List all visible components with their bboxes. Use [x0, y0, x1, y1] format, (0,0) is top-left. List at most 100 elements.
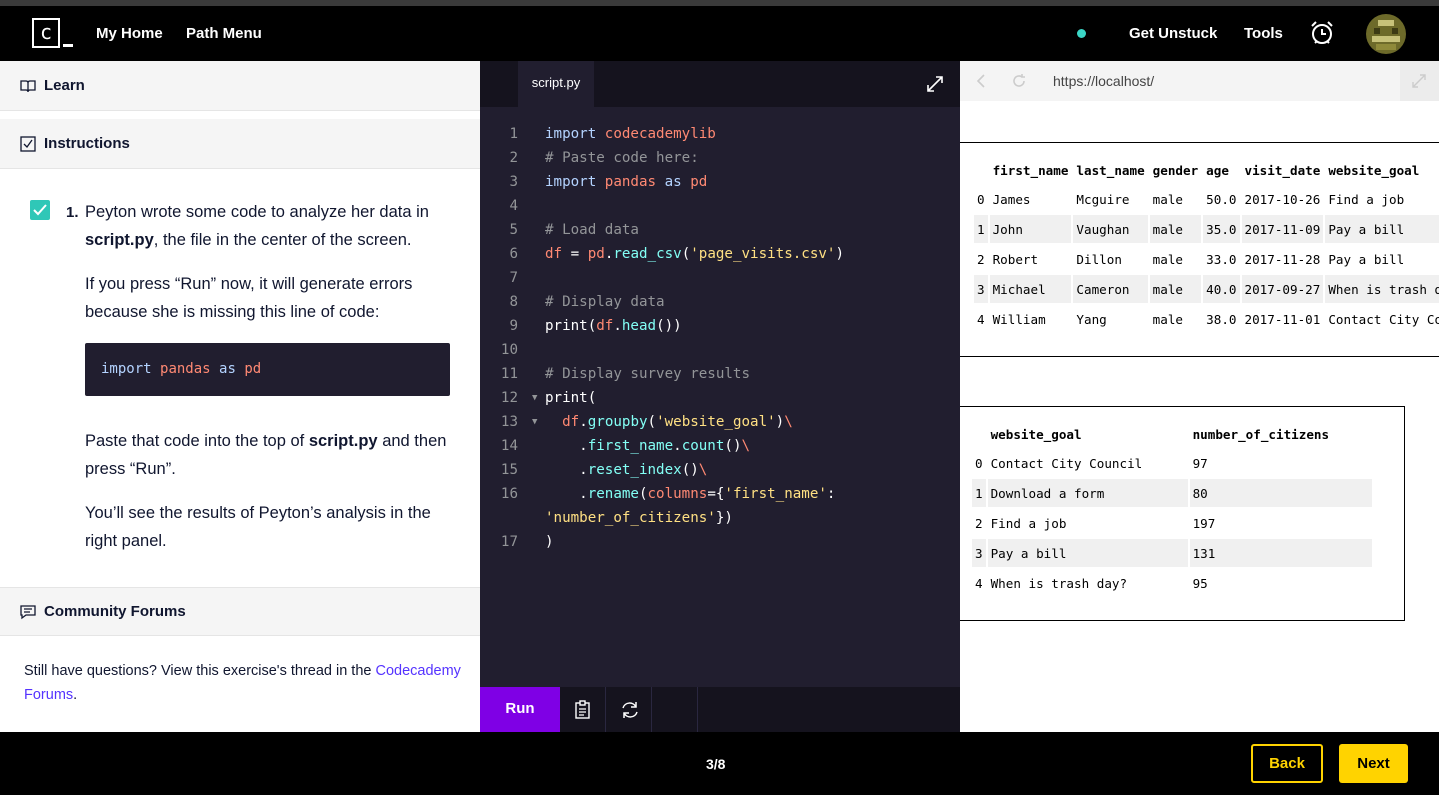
row-index: 2	[975, 515, 983, 531]
clipboard-icon[interactable]	[572, 699, 594, 721]
code-snippet[interactable]: import pandas as pd	[85, 343, 450, 396]
column-header: last_name	[1076, 163, 1145, 178]
line-number: 5	[509, 222, 518, 238]
website-goal-counts-table: website_goal number_of_citizens 0 Contact …	[970, 420, 1374, 599]
table-cell: Cameron	[1073, 275, 1148, 303]
browser-address-bar: https://localhost/	[960, 61, 1439, 101]
page-visits-table: first_name last_name gender age visit_date we…	[972, 156, 1439, 335]
next-button[interactable]: Next	[1339, 744, 1408, 783]
code-line: 5 # Load data	[480, 218, 960, 242]
tab-script-py[interactable]: script.py	[518, 61, 594, 107]
p1-text-end: , the file in the center of the screen.	[153, 231, 412, 249]
task-complete-checkbox[interactable]	[30, 200, 50, 220]
table-cell: When is trash day?	[1325, 275, 1439, 303]
codecademy-logo[interactable]: c	[32, 18, 73, 50]
p3-text: Paste that code into the top of	[85, 432, 309, 450]
instructions-section-header[interactable]: Instructions	[0, 119, 480, 169]
nav-tools[interactable]: Tools	[1244, 25, 1283, 42]
code-editor: script.py 1 import codecademylib 2 # Paste…	[480, 61, 960, 732]
code-line: 9 print(df.head())	[480, 314, 960, 338]
reload-icon[interactable]	[1011, 73, 1027, 89]
learn-panel: Learn Instructions 1. Peyton wrote some …	[0, 61, 480, 732]
row-index: 3	[974, 275, 988, 303]
row-index: 1	[972, 479, 986, 507]
fold-arrow-icon[interactable]: ▼	[532, 410, 537, 434]
table-cell: William	[992, 311, 1046, 327]
table-cell: male	[1149, 275, 1202, 303]
footer-bar: 3/8 Back Next	[0, 732, 1439, 795]
code-line: 15 .reset_index()\	[480, 458, 960, 482]
table-cell: 2017-10-26	[1244, 191, 1321, 207]
table-cell: 131	[1189, 539, 1372, 567]
toolbar-separator	[652, 687, 698, 732]
line-number: 11	[500, 366, 518, 382]
table-cell: 95	[1192, 575, 1208, 591]
table-cell: 2017-11-09	[1241, 215, 1324, 243]
table-cell: 2017-09-27	[1241, 275, 1324, 303]
table-row: 0 Contact City Council 97	[972, 449, 1372, 477]
alarm-clock-icon[interactable]	[1309, 20, 1335, 46]
code-line: 11 # Display survey results	[480, 362, 960, 386]
top-nav: c My Home Path Menu Get Unstuck Tools	[0, 6, 1439, 61]
line-number: 16	[500, 486, 518, 502]
dataframe-output-grouped: website_goal number_of_citizens 0 Contact …	[960, 406, 1405, 621]
table-cell: Vaughan	[1073, 215, 1148, 243]
user-avatar[interactable]	[1366, 14, 1406, 54]
code-line: 13 ▼ df.groupby('website_goal')\	[480, 410, 960, 434]
book-icon	[20, 80, 36, 93]
learn-section-header[interactable]: Learn	[0, 61, 480, 111]
back-arrow-icon[interactable]	[973, 73, 989, 89]
table-cell: male	[1152, 311, 1184, 327]
table-cell: Contact City Council	[990, 455, 1143, 471]
table-cell: male	[1152, 251, 1184, 267]
table-row: 3 Pay a bill 131	[972, 539, 1372, 567]
column-header	[972, 422, 986, 447]
column-header: age	[1206, 163, 1229, 178]
code-line: 1 import codecademylib	[480, 122, 960, 146]
instruction-paragraph-1: Peyton wrote some code to analyze her da…	[85, 198, 455, 254]
instructions-label: Instructions	[44, 135, 130, 152]
forums-text-body: Still have questions? View this exercise…	[24, 663, 376, 679]
code-line: 8 # Display data	[480, 290, 960, 314]
notification-dot	[1077, 29, 1086, 38]
table-cell: Pay a bill	[1325, 215, 1439, 243]
table-cell: 97	[1192, 455, 1208, 471]
table-row: 4 When is trash day? 95	[972, 569, 1372, 597]
table-cell: 38.0	[1206, 311, 1237, 327]
refresh-icon[interactable]	[619, 699, 641, 721]
table-cell: 2017-11-28	[1244, 251, 1321, 267]
line-number: 10	[500, 342, 518, 358]
nav-get-unstuck[interactable]: Get Unstuck	[1129, 25, 1217, 42]
table-cell: Find a job	[1328, 191, 1405, 207]
snippet-as: as	[219, 361, 236, 377]
table-cell: male	[1152, 191, 1184, 207]
forums-text-end: .	[73, 687, 78, 703]
table-cell: Dillon	[1076, 251, 1122, 267]
logo-letter: c	[32, 18, 60, 48]
code-area[interactable]: 1 import codecademylib 2 # Paste code here…	[480, 122, 960, 554]
section-gap	[0, 111, 480, 119]
table-cell: Contact City Council	[1328, 311, 1439, 327]
row-index: 0	[975, 455, 983, 471]
browser-url[interactable]: https://localhost/	[1053, 73, 1154, 89]
community-forums-header[interactable]: Community Forums	[0, 587, 480, 636]
browser-expand-button[interactable]	[1400, 61, 1439, 101]
line-number: 3	[509, 174, 518, 190]
table-cell: Pay a bill	[1328, 251, 1405, 267]
learn-label: Learn	[44, 77, 85, 94]
run-button[interactable]: Run	[480, 687, 560, 732]
browser-panel: https://localhost/ first_name last_name ge…	[960, 61, 1439, 732]
editor-tab-bar: script.py	[480, 61, 960, 107]
snippet-module: pandas	[160, 361, 211, 377]
column-header: visit_date	[1244, 163, 1321, 178]
expand-icon[interactable]	[926, 75, 944, 93]
editor-toolbar: Run	[480, 687, 960, 732]
code-line: 14 .first_name.count()\	[480, 434, 960, 458]
nav-path-menu[interactable]: Path Menu	[186, 25, 262, 42]
nav-my-home[interactable]: My Home	[96, 25, 163, 42]
back-button[interactable]: Back	[1251, 744, 1323, 783]
table-row: 1 John Vaughan male 35.0 2017-11-09 Pay a bill	[974, 215, 1439, 243]
table-cell: James	[992, 191, 1031, 207]
table-cell: 40.0	[1203, 275, 1240, 303]
fold-arrow-icon[interactable]: ▼	[532, 386, 537, 410]
